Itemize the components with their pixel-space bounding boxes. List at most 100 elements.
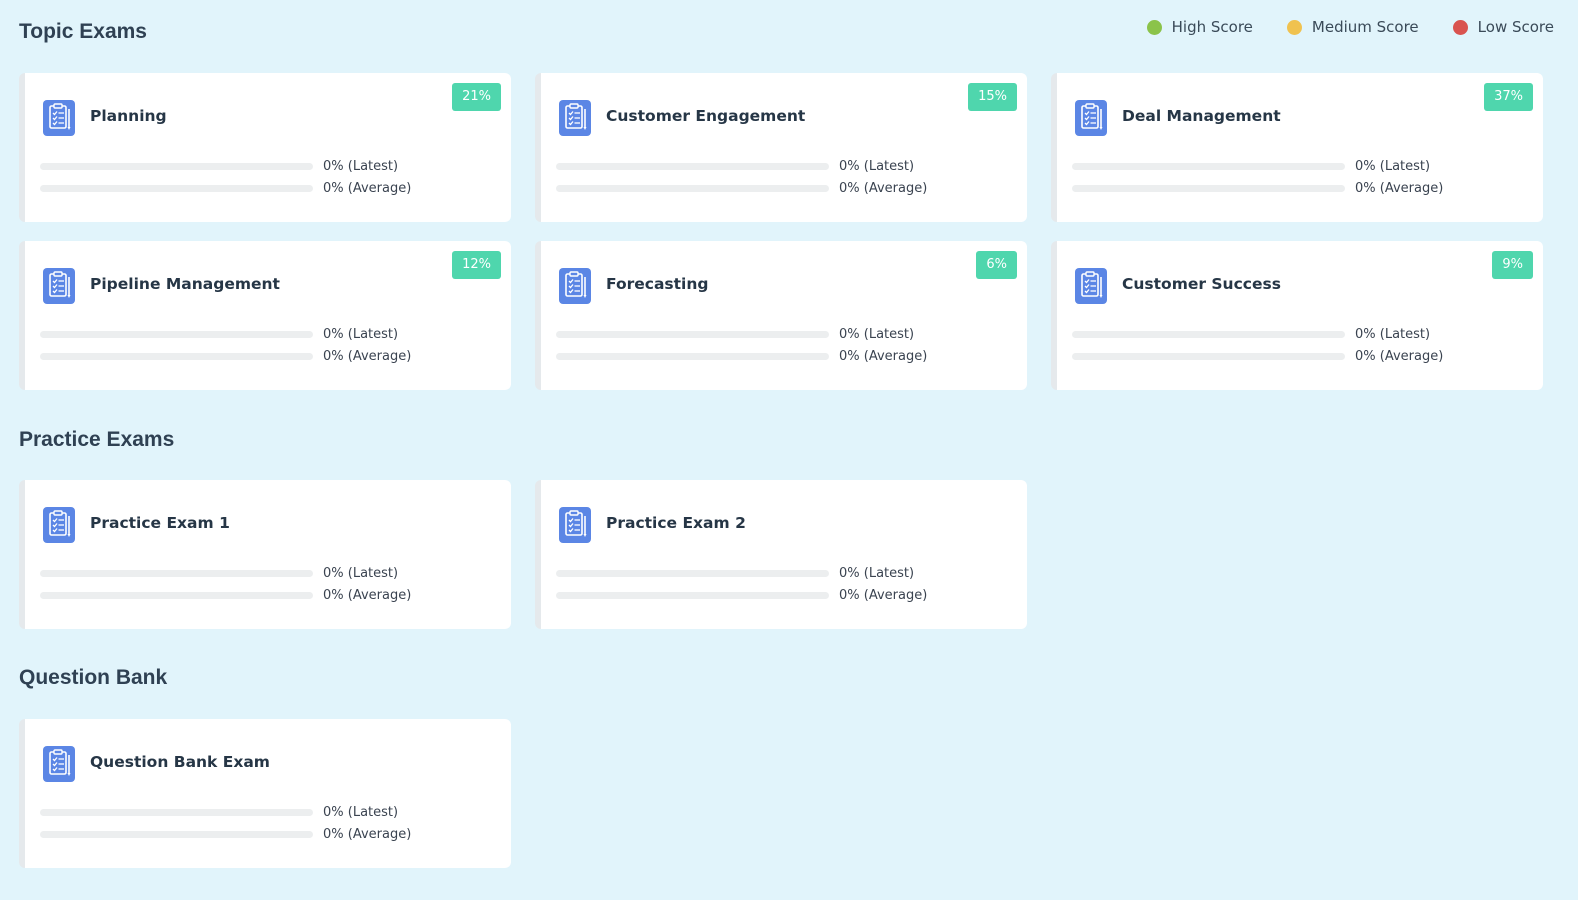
average-progress-bar	[556, 592, 829, 599]
score-badge: 15%	[968, 83, 1017, 111]
exam-title: Customer Engagement	[606, 107, 806, 125]
medium-score-dot-icon	[1286, 19, 1302, 35]
latest-score-label: 0% (Latest)	[323, 159, 399, 174]
exam-card-question-bank-exam[interactable]: Question Bank Exam 0% (Latest) 0% (Average…	[19, 719, 511, 868]
latest-score-label: 0% (Latest)	[839, 327, 915, 342]
latest-progress-bar	[40, 331, 313, 338]
latest-progress-bar	[1072, 331, 1345, 338]
latest-score-label: 0% (Latest)	[323, 805, 399, 820]
clipboard-checklist-icon	[43, 746, 75, 782]
exam-dashboard: High Score Medium Score Low Score Topic …	[0, 0, 1578, 900]
exam-title: Customer Success	[1122, 275, 1281, 293]
latest-score-row: 0% (Latest)	[1072, 327, 1430, 342]
exam-card-practice-exam-1[interactable]: Practice Exam 1 0% (Latest) 0% (Average)	[19, 480, 511, 629]
average-score-row: 0% (Average)	[1072, 181, 1443, 196]
average-score-row: 0% (Average)	[40, 827, 411, 842]
exam-title: Planning	[90, 107, 167, 125]
clipboard-checklist-icon	[559, 507, 591, 543]
average-score-label: 0% (Average)	[1355, 181, 1444, 196]
clipboard-checklist-icon	[559, 268, 591, 304]
latest-score-row: 0% (Latest)	[556, 327, 914, 342]
latest-score-row: 0% (Latest)	[40, 805, 398, 820]
clipboard-checklist-icon	[1075, 268, 1107, 304]
score-badge: 37%	[1484, 83, 1533, 111]
latest-progress-bar	[1072, 163, 1345, 170]
low-score-dot-icon	[1452, 19, 1468, 35]
exam-card-customer-success[interactable]: 9% Customer Success 0% (Latest) 0% (Average…	[1051, 241, 1543, 390]
latest-score-label: 0% (Latest)	[839, 566, 915, 581]
average-score-row: 0% (Average)	[556, 588, 927, 603]
exam-title: Pipeline Management	[90, 275, 280, 293]
latest-score-label: 0% (Latest)	[1355, 159, 1431, 174]
average-score-label: 0% (Average)	[323, 181, 412, 196]
score-badge: 21%	[452, 83, 501, 111]
average-progress-bar	[40, 353, 313, 360]
average-progress-bar	[556, 353, 829, 360]
exam-card-customer-engagement[interactable]: 15% Customer Engagement 0% (Latest) 0% (Ave…	[535, 73, 1027, 222]
average-score-label: 0% (Average)	[323, 349, 412, 364]
average-score-row: 0% (Average)	[556, 181, 927, 196]
latest-score-row: 0% (Latest)	[556, 566, 914, 581]
average-score-label: 0% (Average)	[839, 588, 928, 603]
average-score-row: 0% (Average)	[40, 588, 411, 603]
latest-score-row: 0% (Latest)	[40, 566, 398, 581]
latest-progress-bar	[40, 163, 313, 170]
average-score-label: 0% (Average)	[323, 827, 412, 842]
average-score-row: 0% (Average)	[40, 181, 411, 196]
score-badge: 6%	[976, 251, 1017, 279]
score-badge: 12%	[452, 251, 501, 279]
latest-score-row: 0% (Latest)	[40, 159, 398, 174]
exam-title: Deal Management	[1122, 107, 1281, 125]
question-bank-heading: Question Bank	[19, 666, 168, 689]
legend-label: High Score	[1171, 18, 1253, 36]
average-progress-bar	[1072, 353, 1345, 360]
latest-score-label: 0% (Latest)	[323, 566, 399, 581]
average-progress-bar	[556, 185, 829, 192]
average-score-row: 0% (Average)	[40, 349, 411, 364]
latest-score-row: 0% (Latest)	[40, 327, 398, 342]
exam-title: Forecasting	[606, 275, 709, 293]
high-score-dot-icon	[1146, 19, 1162, 35]
average-score-label: 0% (Average)	[839, 181, 928, 196]
latest-score-row: 0% (Latest)	[556, 159, 914, 174]
legend-medium-score: Medium Score	[1286, 18, 1419, 36]
latest-score-label: 0% (Latest)	[323, 327, 399, 342]
exam-card-forecasting[interactable]: 6% Forecasting 0% (Latest) 0% (Average)	[535, 241, 1027, 390]
average-score-row: 0% (Average)	[1072, 349, 1443, 364]
latest-progress-bar	[40, 570, 313, 577]
average-progress-bar	[40, 831, 313, 838]
practice-exams-heading: Practice Exams	[19, 428, 175, 451]
average-score-row: 0% (Average)	[556, 349, 927, 364]
clipboard-checklist-icon	[1075, 100, 1107, 136]
legend-low-score: Low Score	[1452, 18, 1554, 36]
score-legend: High Score Medium Score Low Score	[1146, 18, 1554, 36]
exam-title: Question Bank Exam	[90, 753, 270, 771]
latest-score-label: 0% (Latest)	[839, 159, 915, 174]
legend-label: Low Score	[1477, 18, 1554, 36]
average-progress-bar	[40, 185, 313, 192]
exam-title: Practice Exam 2	[606, 514, 746, 532]
clipboard-checklist-icon	[43, 507, 75, 543]
average-score-label: 0% (Average)	[323, 588, 412, 603]
average-score-label: 0% (Average)	[839, 349, 928, 364]
exam-card-pipeline-management[interactable]: 12% Pipeline Management 0% (Latest) 0% (Ave…	[19, 241, 511, 390]
clipboard-checklist-icon	[43, 100, 75, 136]
legend-high-score: High Score	[1146, 18, 1253, 36]
exam-card-practice-exam-2[interactable]: Practice Exam 2 0% (Latest) 0% (Average)	[535, 480, 1027, 629]
average-score-label: 0% (Average)	[1355, 349, 1444, 364]
score-badge: 9%	[1492, 251, 1533, 279]
topic-exams-heading: Topic Exams	[19, 20, 147, 43]
latest-score-row: 0% (Latest)	[1072, 159, 1430, 174]
latest-progress-bar	[556, 570, 829, 577]
exam-card-deal-management[interactable]: 37% Deal Management 0% (Latest) 0% (Average…	[1051, 73, 1543, 222]
exam-card-planning[interactable]: 21% Planning 0% (Latest) 0% (Average)	[19, 73, 511, 222]
latest-score-label: 0% (Latest)	[1355, 327, 1431, 342]
average-progress-bar	[1072, 185, 1345, 192]
legend-label: Medium Score	[1311, 18, 1419, 36]
clipboard-checklist-icon	[559, 100, 591, 136]
latest-progress-bar	[556, 163, 829, 170]
average-progress-bar	[40, 592, 313, 599]
exam-title: Practice Exam 1	[90, 514, 230, 532]
latest-progress-bar	[40, 809, 313, 816]
latest-progress-bar	[556, 331, 829, 338]
